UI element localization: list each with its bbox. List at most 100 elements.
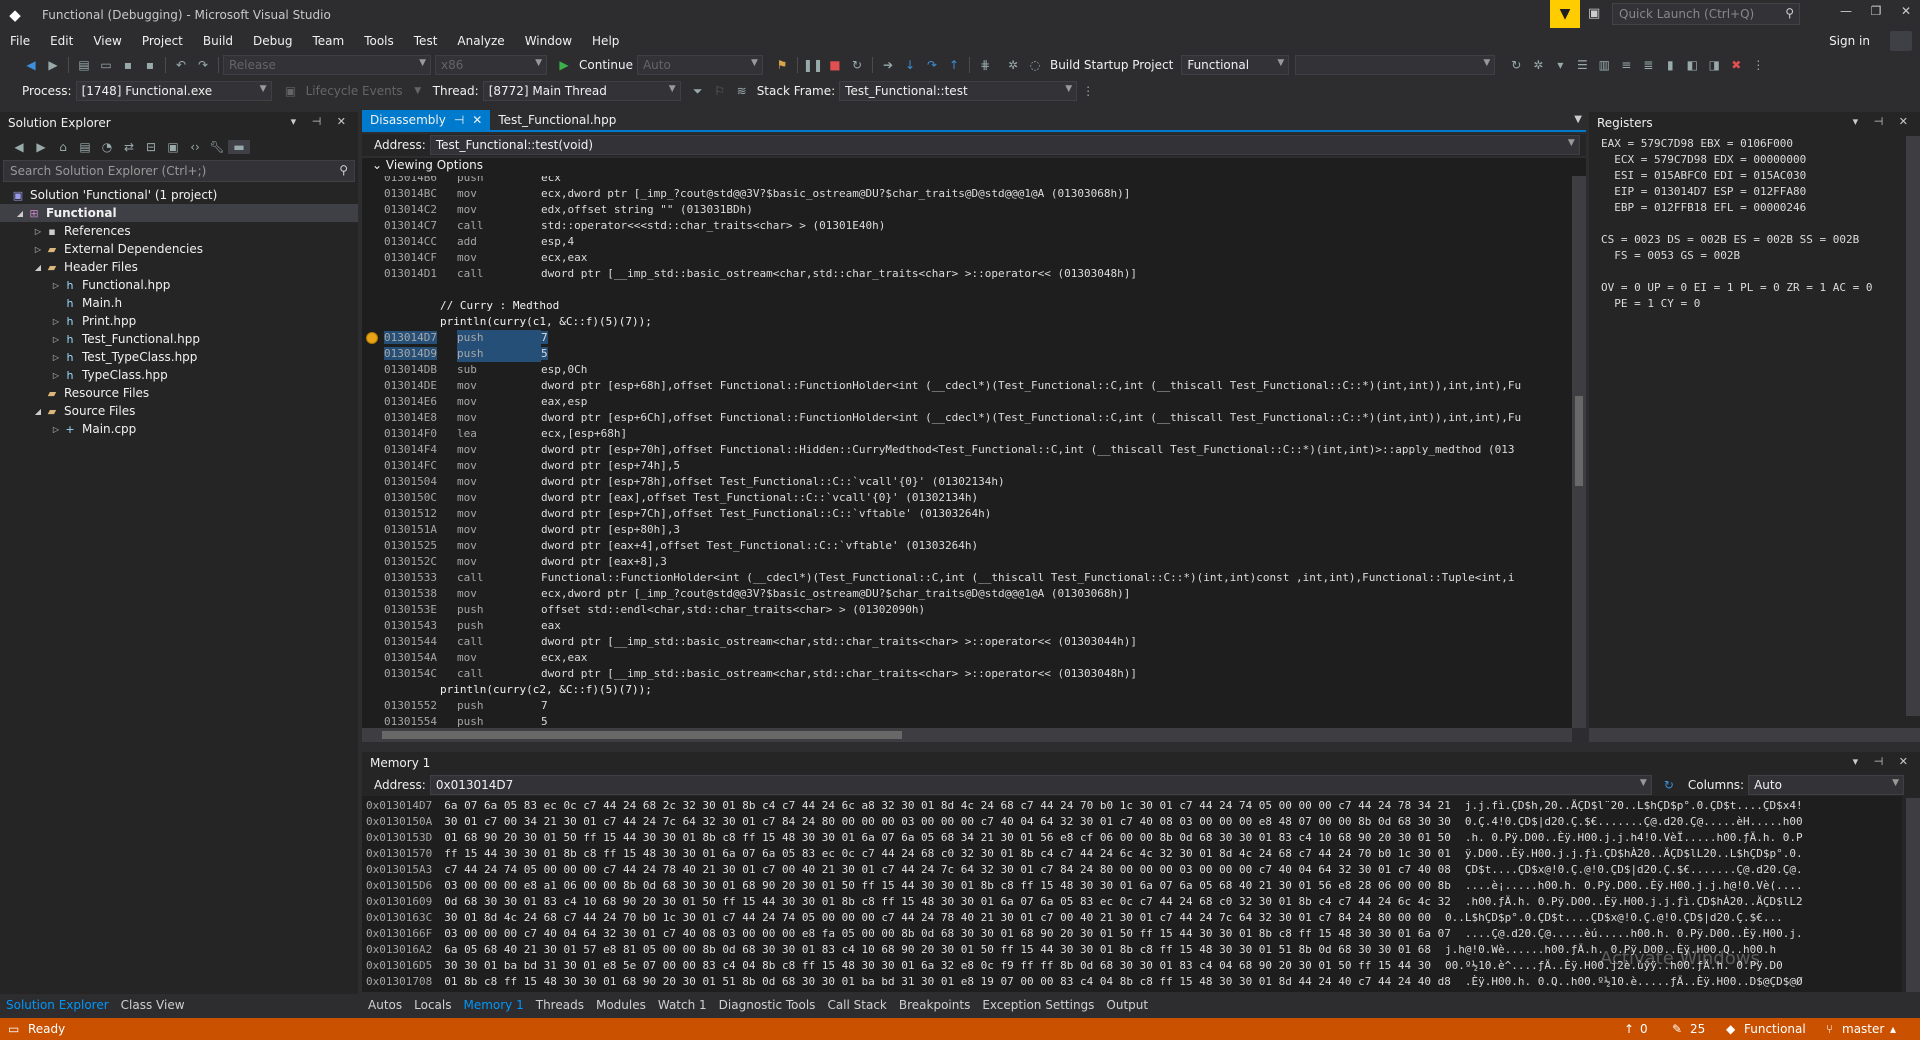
view-code-icon[interactable]: ‹› <box>184 140 206 154</box>
sign-in-link[interactable]: Sign in <box>1829 34 1870 48</box>
threads-icon[interactable]: ≋ <box>731 84 753 98</box>
preview-selected-icon[interactable]: ▬ <box>228 140 250 154</box>
home-icon[interactable]: ⌂ <box>52 140 74 154</box>
menu-edit[interactable]: Edit <box>40 34 83 48</box>
asm-line[interactable]: 01301552 push 7 <box>384 698 548 714</box>
branch-name[interactable]: master <box>1842 1022 1884 1036</box>
collapsed-arrow-icon[interactable]: ▷ <box>50 353 62 362</box>
asm-line[interactable]: 013014FC mov dword ptr [esp+74h],5 <box>384 458 680 474</box>
startup-project-dropdown[interactable]: Functional ▼ <box>1181 55 1290 75</box>
publish-up-icon[interactable]: ↑ <box>1624 1022 1634 1036</box>
asm-line[interactable]: 01301512 mov dword ptr [esp+7Ch],offset Te… <box>384 506 991 522</box>
align-icon[interactable]: ☰ <box>1571 58 1593 72</box>
asm-line[interactable]: 01301543 push eax <box>384 618 561 634</box>
toolbar-overflow-icon[interactable]: ⋮ <box>1747 58 1769 72</box>
asm-line[interactable]: 0130150C mov dword ptr [eax],offset Test_F… <box>384 490 978 506</box>
asm-line[interactable]: 013014CF mov ecx,eax <box>384 250 587 266</box>
register-line[interactable]: PE = 1 CY = 0 <box>1589 296 1920 312</box>
forward-icon[interactable]: ▶ <box>30 140 52 154</box>
asm-line[interactable]: 013014D9 push 5 <box>384 346 548 362</box>
asm-line[interactable]: 0130151A mov dword ptr [esp+80h],3 <box>384 522 680 538</box>
memory-row[interactable]: 0x013015A3 c7 44 24 74 05 00 00 00 c7 44 … <box>366 862 1803 878</box>
scrollbar-thumb[interactable] <box>382 731 902 739</box>
switch-views-icon[interactable]: ▤ <box>74 140 96 154</box>
pin-icon[interactable]: ⊣ <box>454 113 464 127</box>
tree-item-header-files[interactable]: ◢ ▰ Header Files <box>0 258 358 276</box>
maximize-button[interactable]: ❐ <box>1862 4 1890 18</box>
memory-row[interactable]: 0x01301609 0d 68 30 30 01 83 c4 10 68 90 … <box>366 894 1803 910</box>
tab-diagnostic-tools[interactable]: Diagnostic Tools <box>713 998 822 1012</box>
register-line[interactable] <box>1589 264 1920 280</box>
asm-line[interactable]: 0130154C call dword ptr [__imp_std::basic_… <box>384 666 1137 682</box>
settings-gear-icon[interactable]: ✲ <box>1527 58 1549 72</box>
build-startup-project-label[interactable]: Build Startup Project <box>1050 58 1173 72</box>
asm-line[interactable]: 013014F4 mov dword ptr [esp+70h],offset Fu… <box>384 442 1515 458</box>
step-out-icon[interactable]: ↑ <box>943 58 965 72</box>
solution-platform-dropdown[interactable]: x86 ▼ <box>435 55 547 75</box>
tree-item-references[interactable]: ▷ ▪ References <box>0 222 358 240</box>
minimize-button[interactable]: — <box>1832 4 1860 18</box>
panel-buttons[interactable]: ▾ ⊣ ✕ <box>1853 115 1914 128</box>
tab-overflow-icon[interactable]: ▼ <box>1574 114 1582 125</box>
tree-item-file[interactable]: ▷ h Functional.hpp <box>0 276 358 294</box>
process-dropdown[interactable]: [1748] Functional.exe ▼ <box>75 81 272 101</box>
undo-icon[interactable]: ↶ <box>170 58 192 72</box>
quick-launch-input[interactable]: Quick Launch (Ctrl+Q) ⚲ <box>1612 3 1800 25</box>
tab-test-functional-hpp[interactable]: Test_Functional.hpp <box>490 110 624 130</box>
collapsed-arrow-icon[interactable]: ▷ <box>50 335 62 344</box>
close-icon[interactable]: ✕ <box>472 113 482 127</box>
properties-wrench-icon[interactable]: 🔧︎ <box>206 140 228 154</box>
asm-line[interactable]: 013014B6 push ecx <box>384 176 561 186</box>
register-line[interactable]: FS = 0053 GS = 002B <box>1589 248 1920 264</box>
collapsed-arrow-icon[interactable]: ▷ <box>32 245 44 254</box>
register-line[interactable]: EBP = 012FFB18 EFL = 00000246 <box>1589 200 1920 216</box>
debug-target-dropdown[interactable]: Auto ▼ <box>636 55 763 75</box>
register-line[interactable]: OV = 0 UP = 0 EI = 1 PL = 0 ZR = 1 AC = … <box>1589 280 1920 296</box>
tab-locals[interactable]: Locals <box>408 998 457 1012</box>
save-icon[interactable]: ▪ <box>117 58 139 72</box>
menu-view[interactable]: View <box>83 34 131 48</box>
solution-configuration-dropdown[interactable]: Release ▼ <box>223 55 431 75</box>
sync-icon[interactable]: ⇄ <box>118 140 140 154</box>
collapsed-arrow-icon[interactable]: ▷ <box>50 281 62 290</box>
asm-line[interactable]: 01301504 mov dword ptr [esp+78h],offset Te… <box>384 474 1005 490</box>
menu-project[interactable]: Project <box>132 34 193 48</box>
tab-modules[interactable]: Modules <box>590 998 652 1012</box>
asm-line[interactable]: 013014E8 mov dword ptr [esp+6Ch],offset Fu… <box>384 410 1521 426</box>
tab-solution-explorer[interactable]: Solution Explorer <box>0 998 115 1012</box>
asm-line[interactable]: 0130154A mov ecx,eax <box>384 650 587 666</box>
tab-threads[interactable]: Threads <box>530 998 590 1012</box>
tab-autos[interactable]: Autos <box>362 998 408 1012</box>
stop-debugging-icon[interactable]: ■ <box>824 58 846 72</box>
clear-bookmarks-icon[interactable]: ✖ <box>1725 58 1747 72</box>
tree-item-resource-files[interactable]: ▰ Resource Files <box>0 384 358 402</box>
register-line[interactable]: ESI = 015ABFC0 EDI = 015AC030 <box>1589 168 1920 184</box>
disassembly-address-input[interactable]: Test_Functional::test(void) ▼ <box>429 135 1580 155</box>
menu-tools[interactable]: Tools <box>354 34 404 48</box>
registers-horizontal-scrollbar[interactable] <box>1589 728 1920 742</box>
disassembly-view[interactable]: 013014B6 push ecx 013014BC mov ecx,dword ptr … <box>362 176 1572 728</box>
show-next-statement-icon[interactable]: ➔ <box>877 58 899 72</box>
continue-icon[interactable]: ▶ <box>553 58 575 72</box>
reevaluate-icon[interactable]: ↻ <box>1658 778 1680 792</box>
disassembly-vertical-scrollbar[interactable] <box>1572 176 1586 728</box>
asm-line[interactable]: 01301538 mov ecx,dword ptr [_imp_?cout@std… <box>384 586 1130 602</box>
restart-icon[interactable]: ↻ <box>846 58 868 72</box>
asm-line[interactable]: 013014D1 call dword ptr [__imp_std::basic_… <box>384 266 1137 282</box>
disassembly-horizontal-scrollbar[interactable] <box>362 728 1572 742</box>
tree-item-solution[interactable]: ▣ Solution 'Functional' (1 project) <box>0 186 358 204</box>
asm-line[interactable]: 01301544 call dword ptr [__imp_std::basic_… <box>384 634 1137 650</box>
menu-analyze[interactable]: Analyze <box>447 34 514 48</box>
tree-item-file[interactable]: ▷ h Test_TypeClass.hpp <box>0 348 358 366</box>
lifecycle-events-label[interactable]: Lifecycle Events <box>306 84 403 98</box>
asm-line[interactable]: 013014E6 mov eax,esp <box>384 394 587 410</box>
tree-item-external-dependencies[interactable]: ▷ ▰ External Dependencies <box>0 240 358 258</box>
collapsed-arrow-icon[interactable]: ▷ <box>50 317 62 326</box>
pending-changes-icon[interactable]: ◔ <box>96 140 118 154</box>
branch-icon[interactable]: ⑂ <box>1826 1022 1833 1036</box>
menu-window[interactable]: Window <box>515 34 582 48</box>
tab-memory-1[interactable]: Memory 1 <box>457 998 529 1012</box>
tree-item-project[interactable]: ◢ ⊞ Functional <box>0 204 358 222</box>
panel-buttons[interactable]: ▾ ⊣ ✕ <box>291 115 352 128</box>
menu-team[interactable]: Team <box>302 34 354 48</box>
